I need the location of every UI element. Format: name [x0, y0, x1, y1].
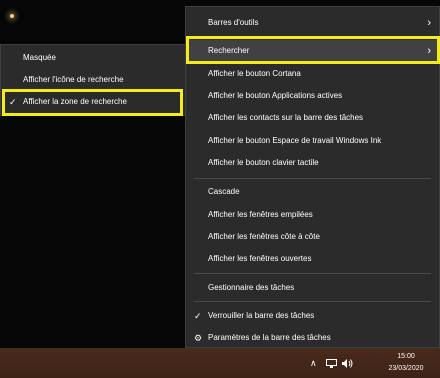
- submenu-item-show-search-icon[interactable]: Afficher l'icône de recherche: [1, 69, 185, 91]
- clock-time: 15:00: [397, 353, 415, 360]
- menu-item-label: Afficher le bouton Applications actives: [208, 91, 343, 100]
- menu-item-cascade[interactable]: Cascade: [186, 181, 439, 203]
- menu-item-label: Cascade: [208, 187, 240, 196]
- submenu-item-label: Afficher l'icône de recherche: [23, 75, 124, 84]
- taskbar-clock[interactable]: 15:00 23/03/2020: [380, 351, 432, 375]
- network-icon[interactable]: [326, 348, 337, 378]
- menu-item-label: Afficher les fenêtres ouvertes: [208, 254, 312, 263]
- taskbar: ∧ 15:00 23/03/2020: [0, 348, 440, 378]
- menu-separator: [194, 301, 431, 302]
- show-hidden-icons-icon[interactable]: ∧: [310, 348, 317, 378]
- menu-item-windows-ink[interactable]: Afficher le bouton Espace de travail Win…: [186, 130, 439, 152]
- submenu-item-hidden[interactable]: Masquée: [1, 47, 185, 69]
- menu-item-lock-taskbar[interactable]: ✓ Verrouiller la barre des tâches: [186, 305, 439, 327]
- gear-icon: ⚙: [194, 333, 203, 343]
- menu-item-label: Barres d'outils: [208, 18, 259, 27]
- menu-item-cortana[interactable]: Afficher le bouton Cortana: [186, 63, 439, 85]
- volume-icon[interactable]: [342, 348, 353, 378]
- menu-item-toolbars[interactable]: Barres d'outils ›: [186, 12, 439, 34]
- menu-item-label: Afficher le bouton Espace de travail Win…: [208, 136, 382, 145]
- menu-item-task-view[interactable]: Afficher le bouton Applications actives: [186, 85, 439, 107]
- menu-item-task-manager[interactable]: Gestionnaire des tâches: [186, 277, 439, 299]
- highlight-frame-search: [186, 36, 440, 64]
- menu-item-people[interactable]: Afficher les contacts sur la barre des t…: [186, 107, 439, 129]
- menu-item-touch-keyboard[interactable]: Afficher le bouton clavier tactile: [186, 152, 439, 174]
- highlight-frame-search-box: [2, 89, 183, 116]
- clock-date: 23/03/2020: [388, 365, 424, 372]
- menu-item-label: Gestionnaire des tâches: [208, 283, 295, 292]
- menu-item-label: Afficher le bouton Cortana: [208, 69, 301, 78]
- chevron-right-icon: ›: [427, 17, 431, 29]
- menu-item-stacked[interactable]: Afficher les fenêtres empilées: [186, 204, 439, 226]
- menu-item-label: Paramètres de la barre des tâches: [208, 333, 331, 342]
- submenu-item-label: Masquée: [23, 53, 56, 62]
- menu-item-label: Afficher le bouton clavier tactile: [208, 158, 319, 167]
- menu-item-label: Afficher les fenêtres côte à côte: [208, 232, 320, 241]
- menu-item-taskbar-settings[interactable]: ⚙ Paramètres de la barre des tâches: [186, 327, 439, 349]
- menu-item-side-by-side[interactable]: Afficher les fenêtres côte à côte: [186, 226, 439, 248]
- menu-item-label: Verrouiller la barre des tâches: [208, 311, 315, 320]
- menu-item-show-desktop[interactable]: Afficher les fenêtres ouvertes: [186, 248, 439, 270]
- desktop-light-spot: [10, 14, 14, 18]
- menu-separator: [194, 178, 431, 179]
- menu-separator: [194, 273, 431, 274]
- menu-item-label: Afficher les contacts sur la barre des t…: [208, 113, 364, 122]
- check-icon: ✓: [194, 311, 202, 321]
- menu-item-label: Afficher les fenêtres empilées: [208, 210, 313, 219]
